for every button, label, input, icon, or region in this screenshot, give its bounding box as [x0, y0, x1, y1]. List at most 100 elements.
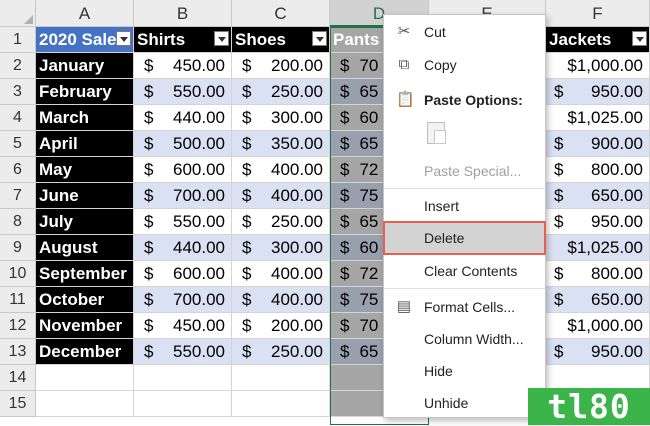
month-cell[interactable]: July — [36, 209, 134, 235]
amount-cell[interactable]: $200.00 — [232, 313, 330, 339]
amount-cell[interactable]: $550.00 — [134, 209, 232, 235]
column-header-f[interactable]: F — [546, 0, 650, 27]
cell[interactable] — [36, 365, 134, 391]
menu-item-hide[interactable]: Hide — [384, 356, 545, 386]
month-cell[interactable]: March — [36, 105, 134, 131]
amount-cell[interactable]: $440.00 — [134, 105, 232, 131]
row-header[interactable]: 6 — [0, 157, 36, 183]
row-header[interactable]: 11 — [0, 287, 36, 313]
amount-cell[interactable]: $950.00 — [546, 209, 650, 235]
amount-cell[interactable]: $550.00 — [134, 79, 232, 105]
row-header[interactable]: 4 — [0, 105, 36, 131]
row-header[interactable]: 10 — [0, 261, 36, 287]
amount-cell[interactable]: $1,000.00 — [546, 313, 650, 339]
amount-cell[interactable]: $300.00 — [232, 235, 330, 261]
amount-cell[interactable]: $1,025.00 — [546, 105, 650, 131]
row-header[interactable]: 8 — [0, 209, 36, 235]
amount-cell[interactable]: $250.00 — [232, 209, 330, 235]
amount-cell[interactable]: $700.00 — [134, 183, 232, 209]
amount-cell[interactable]: $440.00 — [134, 235, 232, 261]
amount-cell[interactable]: $950.00 — [546, 79, 650, 105]
header-cell-f[interactable]: Jackets — [546, 27, 650, 53]
month-cell[interactable]: April — [36, 131, 134, 157]
amount-cell[interactable]: $250.00 — [232, 339, 330, 365]
cell[interactable] — [232, 365, 330, 391]
row-header[interactable]: 13 — [0, 339, 36, 365]
amount-cell[interactable]: $650.00 — [546, 287, 650, 313]
cell[interactable] — [232, 391, 330, 417]
amount-value: 250.00 — [271, 212, 323, 231]
cell[interactable] — [36, 391, 134, 417]
amount-cell[interactable]: $800.00 — [546, 261, 650, 287]
header-text: Jackets — [549, 30, 612, 49]
column-header-a[interactable]: A — [36, 0, 134, 27]
amount-cell[interactable]: $1,025.00 — [546, 235, 650, 261]
row-header[interactable]: 2 — [0, 53, 36, 79]
amount-cell[interactable]: $400.00 — [232, 183, 330, 209]
row-header[interactable]: 15 — [0, 391, 36, 417]
filter-dropdown-icon[interactable] — [632, 31, 647, 46]
amount-cell[interactable]: $400.00 — [232, 157, 330, 183]
amount-cell[interactable]: $500.00 — [134, 131, 232, 157]
amount-cell[interactable]: $600.00 — [134, 157, 232, 183]
month-cell[interactable]: December — [36, 339, 134, 365]
cell[interactable] — [134, 365, 232, 391]
row-header[interactable]: 14 — [0, 365, 36, 391]
amount-cell[interactable]: $250.00 — [232, 79, 330, 105]
amount-cell[interactable]: $350.00 — [232, 131, 330, 157]
amount-cell[interactable]: $400.00 — [232, 287, 330, 313]
month-cell[interactable]: November — [36, 313, 134, 339]
month-cell[interactable]: September — [36, 261, 134, 287]
filter-dropdown-icon[interactable] — [312, 31, 327, 46]
row-header[interactable]: 9 — [0, 235, 36, 261]
menu-item-cut[interactable]: ✂ Cut — [384, 17, 545, 47]
menu-item-column-width[interactable]: Column Width... — [384, 324, 545, 354]
month-cell[interactable]: August — [36, 235, 134, 261]
amount-cell[interactable]: $1,000.00 — [546, 53, 650, 79]
amount-cell[interactable]: $450.00 — [134, 313, 232, 339]
month-cell[interactable]: October — [36, 287, 134, 313]
row-header[interactable]: 12 — [0, 313, 36, 339]
header-cell-a[interactable]: 2020 Sales — [36, 27, 134, 53]
row-header[interactable]: 1 — [0, 27, 36, 53]
column-header-c[interactable]: C — [232, 0, 330, 27]
amount-cell[interactable]: $200.00 — [232, 53, 330, 79]
amount-cell[interactable]: $400.00 — [232, 261, 330, 287]
filter-dropdown-icon[interactable] — [116, 31, 131, 46]
select-all-corner[interactable] — [0, 0, 36, 27]
column-header-b[interactable]: B — [134, 0, 232, 27]
amount-cell[interactable]: $650.00 — [546, 183, 650, 209]
amount-cell[interactable]: $450.00 — [134, 53, 232, 79]
cell[interactable] — [134, 391, 232, 417]
menu-item-paste-special[interactable]: Paste Special... — [384, 156, 545, 186]
amount-cell[interactable]: $900.00 — [546, 131, 650, 157]
currency-symbol: $ — [242, 108, 252, 127]
amount-cell[interactable]: $800.00 — [546, 157, 650, 183]
month-cell[interactable]: January — [36, 53, 134, 79]
menu-item-clear-contents[interactable]: Clear Contents — [384, 256, 545, 286]
amount-cell[interactable]: $300.00 — [232, 105, 330, 131]
paste-option-button[interactable] — [384, 117, 545, 155]
month-cell[interactable]: February — [36, 79, 134, 105]
amount-cell[interactable]: $700.00 — [134, 287, 232, 313]
menu-item-unhide[interactable]: Unhide — [384, 388, 545, 418]
amount-value: 450.00 — [173, 56, 225, 75]
row-header[interactable]: 5 — [0, 131, 36, 157]
month-cell[interactable]: May — [36, 157, 134, 183]
row-header[interactable]: 3 — [0, 79, 36, 105]
row-header[interactable]: 7 — [0, 183, 36, 209]
filter-dropdown-icon[interactable] — [214, 31, 229, 46]
amount-cell[interactable]: $950.00 — [546, 339, 650, 365]
header-cell-c[interactable]: Shoes — [232, 27, 330, 53]
header-cell-b[interactable]: Shirts — [134, 27, 232, 53]
menu-item-copy[interactable]: ⧉ Copy — [384, 50, 545, 80]
currency-symbol: $ — [554, 212, 564, 231]
menu-item-delete[interactable]: Delete — [383, 221, 546, 255]
menu-item-insert[interactable]: Insert — [384, 191, 545, 221]
menu-item-format-cells[interactable]: ▤ Format Cells... — [384, 292, 545, 322]
amount-cell[interactable]: $600.00 — [134, 261, 232, 287]
amount-cell[interactable]: $550.00 — [134, 339, 232, 365]
month-cell[interactable]: June — [36, 183, 134, 209]
scissors-icon: ✂ — [397, 23, 411, 40]
menu-separator — [384, 288, 545, 289]
